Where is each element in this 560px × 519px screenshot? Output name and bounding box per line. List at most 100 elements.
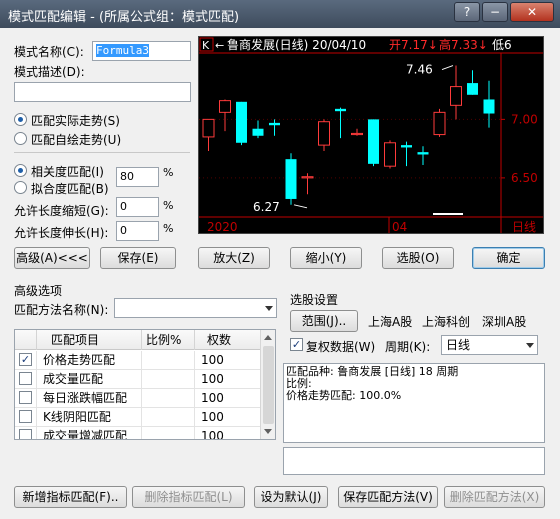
save-button[interactable]: 保存(E): [100, 247, 176, 269]
info-empty-box: [283, 447, 545, 475]
pattern-desc-input[interactable]: [14, 82, 191, 102]
correlation-radio[interactable]: [14, 164, 27, 177]
row-checkbox[interactable]: [19, 410, 32, 423]
chart-period-label: 日线: [512, 220, 536, 234]
table-row[interactable]: ✓ 价格走势匹配 100: [15, 351, 261, 370]
row-checkbox[interactable]: [19, 372, 32, 385]
candle-down: [368, 119, 379, 164]
chart-xlabel-2020: 2020: [207, 220, 238, 234]
candle-up: [219, 100, 231, 113]
minimize-button[interactable]: −: [482, 2, 508, 22]
chart-header-open: 开7.17↓: [389, 38, 438, 52]
shrink-input[interactable]: 0: [116, 197, 159, 217]
chart-header-title: 鲁商发展(日线) 20/04/10: [227, 37, 366, 52]
form-divider: [14, 152, 190, 153]
table-row[interactable]: K线阴阳匹配 100: [15, 408, 261, 427]
restore-label[interactable]: 复权数据(W): [306, 338, 375, 355]
stretch-percent: %: [163, 222, 174, 235]
candle-up: [433, 111, 446, 136]
help-button[interactable]: ?: [454, 2, 480, 22]
scroll-up-icon[interactable]: [264, 335, 272, 340]
advanced-button[interactable]: 高级(A)<<<: [14, 247, 90, 269]
row-check-cell: [15, 408, 37, 427]
candle-down: [335, 108, 346, 112]
candle-down: [285, 159, 297, 199]
row-ratio[interactable]: [142, 408, 195, 427]
title-bar: 模式匹配编辑 - (所属公式组：模式匹配) ? − ✕: [0, 0, 560, 28]
scroll-thumb[interactable]: [263, 346, 274, 424]
match-actual-label[interactable]: 匹配实际走势(S): [31, 112, 120, 129]
pattern-name-input[interactable]: Formula3: [92, 41, 191, 61]
zoom-out-button[interactable]: 缩小(Y): [290, 247, 362, 269]
ytick-label: 7.00: [511, 112, 538, 126]
candle-up: [301, 176, 314, 179]
row-weight[interactable]: 100: [195, 408, 261, 427]
correlation-label[interactable]: 相关度匹配(I): [31, 163, 104, 180]
method-name-select[interactable]: [114, 298, 277, 318]
pattern-name-label: 模式名称(C):: [14, 45, 84, 59]
fit-radio[interactable]: [14, 181, 27, 194]
row-ratio[interactable]: [142, 389, 195, 408]
match-actual-radio[interactable]: [14, 113, 27, 126]
candle-down: [483, 99, 495, 114]
candle-up: [318, 121, 330, 146]
header-ratio[interactable]: 比例%: [142, 330, 195, 350]
row-weight[interactable]: 100: [195, 427, 261, 439]
selection-title: 选股设置: [290, 293, 339, 307]
candle-down: [252, 128, 264, 136]
fit-label[interactable]: 拟合度匹配(B): [31, 180, 109, 197]
match-self-label[interactable]: 匹配自绘走势(U): [31, 131, 121, 148]
pattern-desc-label: 模式描述(D):: [14, 65, 85, 79]
table-row[interactable]: 成交量增减匹配 100: [15, 427, 261, 439]
chart-header-arrow: ←: [215, 39, 224, 52]
candle-up: [450, 86, 462, 106]
header-item[interactable]: 匹配项目: [37, 330, 142, 350]
row-weight[interactable]: 100: [195, 351, 261, 370]
chart-xlabel-04: 04: [392, 220, 407, 234]
row-ratio[interactable]: [142, 370, 195, 389]
window-title: 模式匹配编辑 - (所属公式组：模式匹配): [8, 10, 240, 25]
market-sz-a: 深圳A股: [482, 315, 527, 329]
row-weight[interactable]: 100: [195, 370, 261, 389]
table-row[interactable]: 每日涨跌幅匹配 100: [15, 389, 261, 408]
period-select[interactable]: 日线: [441, 335, 538, 355]
range-button[interactable]: 范围(J)..: [290, 310, 358, 332]
table-scrollbar[interactable]: [260, 330, 275, 439]
header-weight[interactable]: 权数: [195, 330, 261, 350]
match-self-radio[interactable]: [14, 132, 27, 145]
restore-checkbox[interactable]: ✓: [290, 338, 303, 351]
scroll-down-icon[interactable]: [264, 429, 272, 434]
delete-indicator-button[interactable]: 删除指标匹配(L): [132, 486, 245, 508]
match-info-box: 匹配品种: 鲁商发展 [日线] 18 周期 比例: 价格走势匹配: 100.0%: [283, 363, 545, 443]
close-button[interactable]: ✕: [510, 2, 554, 22]
info-line-price: 价格走势匹配: 100.0%: [286, 389, 402, 402]
market-sh-a: 上海A股: [368, 315, 413, 329]
row-checkbox[interactable]: [19, 391, 32, 404]
candle-down: [401, 145, 412, 148]
row-weight[interactable]: 100: [195, 389, 261, 408]
shrink-label: 允许长度缩短(G):: [14, 204, 109, 218]
info-line-variety: 匹配品种: 鲁商发展 [日线] 18 周期: [286, 365, 459, 378]
row-item-name: 价格走势匹配: [37, 351, 142, 370]
ok-button[interactable]: 确定: [472, 247, 545, 269]
table-row[interactable]: 成交量匹配 100: [15, 370, 261, 389]
annotation-high: 7.46: [406, 63, 433, 77]
stretch-input[interactable]: 0: [116, 221, 159, 241]
zoom-in-button[interactable]: 放大(Z): [198, 247, 270, 269]
method-name-label: 匹配方法名称(N):: [14, 303, 109, 317]
set-default-button[interactable]: 设为默认(J): [254, 486, 328, 508]
chart-scroll-indicator: [433, 213, 463, 215]
row-check-cell: ✓: [15, 351, 37, 370]
row-checkbox[interactable]: [19, 429, 32, 439]
row-ratio[interactable]: [142, 427, 195, 439]
select-stock-button[interactable]: 选股(O): [382, 247, 454, 269]
add-indicator-button[interactable]: 新增指标匹配(F)..: [14, 486, 127, 508]
chart-header-high: 高7.33↓: [439, 37, 488, 52]
save-method-button[interactable]: 保存匹配方法(V): [338, 486, 438, 508]
row-checkbox[interactable]: ✓: [19, 353, 32, 366]
delete-method-button[interactable]: 删除匹配方法(X): [444, 486, 545, 508]
kline-chart[interactable]: K ← 鲁商发展(日线) 20/04/10 开7.17↓ 高7.33↓ 低6 2…: [198, 36, 544, 234]
chart-k-label: K: [202, 39, 210, 52]
correlation-input[interactable]: 80: [116, 167, 159, 187]
row-ratio[interactable]: [142, 351, 195, 370]
